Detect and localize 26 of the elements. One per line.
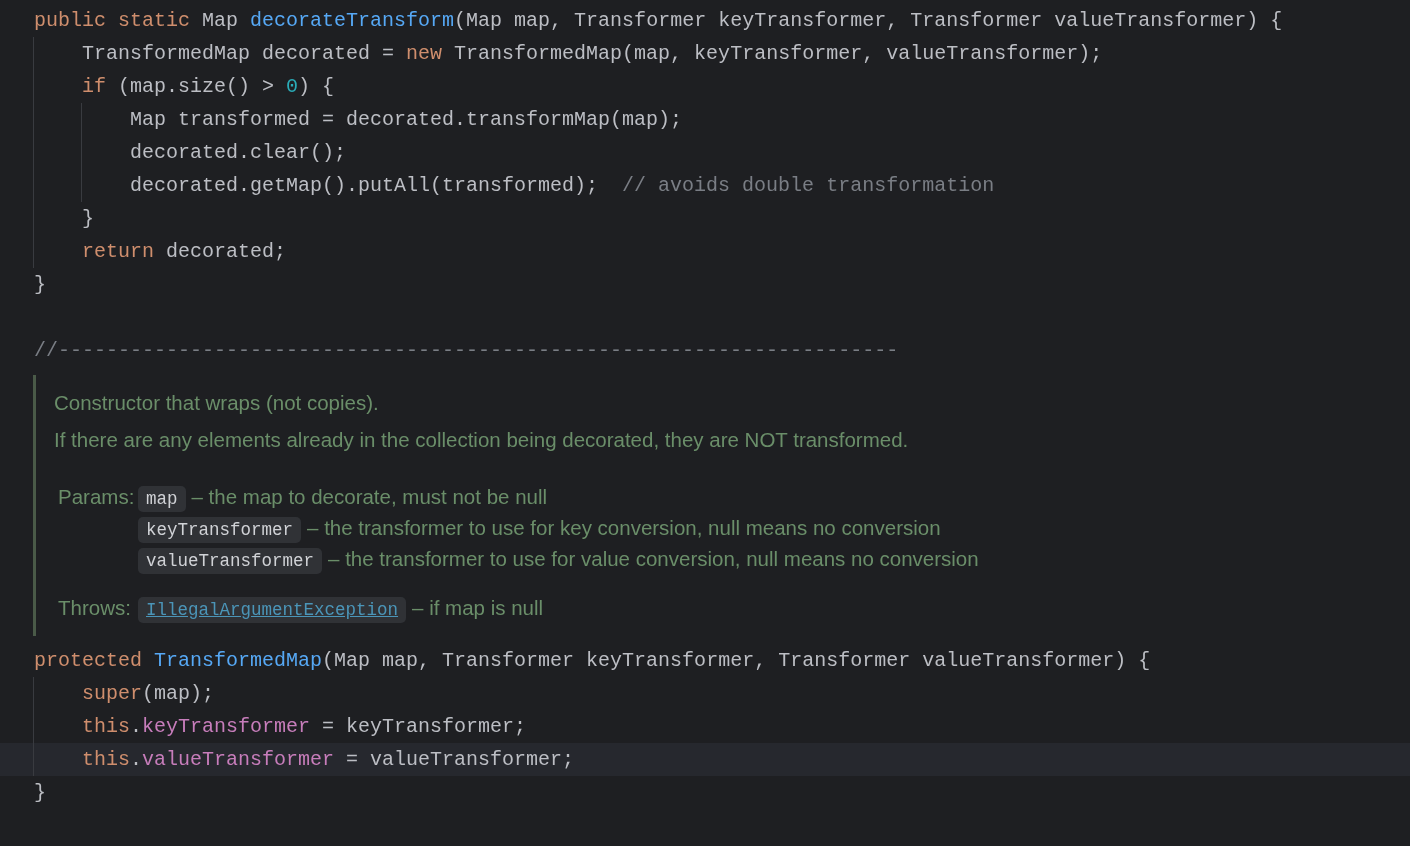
doc-paragraph: If there are any elements already in the collection being decorated, they are NOT transformed.: [54, 427, 910, 453]
param-description: – the transformer to use for key conversion, null means no conversion: [307, 516, 941, 539]
params-label: Params:: [57, 484, 136, 510]
param-name: keyTransformer: [138, 517, 302, 543]
code-line: decorated.getMap().putAll(transformed); // avoids double transformation: [0, 169, 1410, 202]
code-line: if (map.size() > 0) {: [0, 70, 1410, 103]
exception-link[interactable]: IllegalArgumentException: [138, 597, 407, 623]
throws-label: Throws:: [57, 595, 132, 621]
code-line: public static Map decorateTransform(Map map, Transformer keyTransformer, Transformer valueTransformer) {: [33, 8, 1284, 34]
code-line: }: [33, 272, 47, 298]
code-line: decorated.clear();: [0, 136, 1410, 169]
code-line: super(map);: [0, 677, 1410, 710]
code-line: }: [0, 202, 1410, 235]
param-name: map: [138, 486, 186, 512]
param-description: – the transformer to use for value conversion, null means no conversion: [328, 547, 979, 570]
throws-description: – if map is null: [412, 596, 544, 619]
doc-paragraph: Constructor that wraps (not copies).: [54, 390, 380, 416]
code-line: }: [33, 780, 47, 806]
code-line: //----------------------------------------------------------------------: [33, 338, 900, 364]
code-line: protected TransformedMap(Map map, Transformer keyTransformer, Transformer valueTransformer) {: [33, 648, 1152, 674]
code-line: this.keyTransformer = keyTransformer;: [0, 710, 1410, 743]
param-name: valueTransformer: [138, 548, 323, 574]
code-line: return decorated;: [0, 235, 1410, 268]
code-line: Map transformed = decorated.transformMap(map);: [0, 103, 1410, 136]
code-line: TransformedMap decorated = new TransformedMap(map, keyTransformer, valueTransformer);: [0, 37, 1410, 70]
param-description: – the map to decorate, must not be null: [191, 485, 548, 508]
